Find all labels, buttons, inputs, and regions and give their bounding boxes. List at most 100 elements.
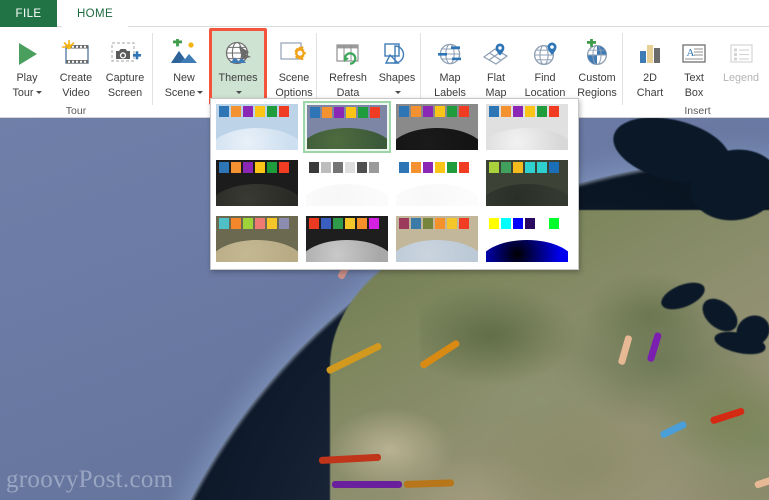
play-tour-button[interactable]: Play Tour	[4, 30, 50, 99]
swatch-6	[549, 106, 559, 117]
film-icon	[60, 35, 92, 69]
tab-file[interactable]: FILE	[0, 0, 57, 27]
capture-screen-label-2: Screen	[107, 87, 143, 99]
theme-tile-5[interactable]	[213, 157, 301, 209]
swatch-3	[243, 106, 253, 117]
swatch-2	[231, 218, 241, 229]
theme-tile-preview	[486, 104, 568, 150]
ribbon-group-insert-label: Insert	[684, 105, 711, 117]
theme-color-swatches	[219, 162, 289, 173]
refresh-data-button[interactable]: Refresh Data	[322, 30, 374, 99]
swatch-1	[309, 218, 319, 229]
swatch-5	[537, 218, 547, 229]
swatch-5	[537, 162, 547, 173]
swatch-4	[345, 162, 355, 173]
swatch-2	[411, 106, 421, 117]
swatch-4	[255, 106, 265, 117]
theme-tile-preview	[396, 104, 478, 150]
swatch-4	[255, 162, 265, 173]
swatch-1	[219, 162, 229, 173]
swatch-2	[501, 218, 511, 229]
swatch-2	[501, 162, 511, 173]
text-box-label-1: Text	[684, 72, 704, 84]
square-gear-icon	[277, 35, 311, 69]
bar-chart-icon	[635, 35, 665, 69]
data-bar-4[interactable]	[332, 481, 402, 488]
themes-button[interactable]: Themes	[211, 30, 265, 103]
scene-options-button[interactable]: Scene Options	[267, 30, 321, 99]
swatch-5	[357, 218, 367, 229]
2d-chart-button[interactable]: 2D Chart	[628, 30, 672, 99]
theme-tile-6[interactable]	[303, 157, 391, 209]
swatch-5	[447, 162, 457, 173]
swatch-2	[321, 162, 331, 173]
swatch-5	[447, 106, 457, 117]
swatch-5	[537, 106, 547, 117]
theme-tile-3[interactable]	[393, 101, 481, 153]
shapes-button[interactable]: Shapes	[374, 30, 420, 99]
theme-tile-1[interactable]	[213, 101, 301, 153]
map-labels-button[interactable]: Map Labels	[426, 30, 474, 99]
chevron-down-icon[interactable]	[236, 90, 242, 94]
swatch-5	[357, 162, 367, 173]
swatch-3	[423, 218, 433, 229]
theme-tile-4[interactable]	[483, 101, 571, 153]
new-scene-button[interactable]: New Scene	[158, 30, 210, 99]
capture-screen-label-1: Capture	[105, 72, 145, 84]
legend-button: Legend	[716, 30, 766, 84]
create-video-label-2: Video	[62, 87, 90, 99]
chevron-down-icon[interactable]	[395, 90, 401, 94]
flat-map-label-1: Flat	[487, 72, 505, 84]
swatch-5	[447, 218, 457, 229]
swatch-2	[411, 162, 421, 173]
swatch-4	[435, 218, 445, 229]
swatch-6	[549, 218, 559, 229]
swatch-3	[423, 162, 433, 173]
swatch-6	[459, 218, 469, 229]
globe-theme-icon	[222, 35, 254, 69]
theme-tile-preview	[306, 160, 388, 206]
theme-tile-2[interactable]	[303, 101, 391, 153]
swatch-1	[399, 106, 409, 117]
text-box-button[interactable]: A Text Box	[672, 30, 716, 99]
theme-tile-12[interactable]	[483, 213, 571, 265]
theme-tile-7[interactable]	[393, 157, 481, 209]
play-tour-label-2: Tour	[12, 87, 42, 99]
swatch-6	[279, 162, 289, 173]
text-box-label-2: Box	[684, 87, 704, 99]
legend-label: Legend	[722, 72, 760, 84]
theme-color-swatches	[219, 106, 289, 117]
swatch-2	[231, 106, 241, 117]
theme-tile-preview	[216, 216, 298, 262]
ribbon-group-tour-label: Tour	[65, 105, 87, 117]
theme-tile-9[interactable]	[213, 213, 301, 265]
capture-screen-button[interactable]: Capture Screen	[100, 30, 150, 99]
globe-pin-icon	[529, 35, 561, 69]
find-location-button[interactable]: Find Location	[518, 30, 572, 99]
swatch-1	[399, 162, 409, 173]
swatch-3	[513, 106, 523, 117]
group-divider-1	[152, 33, 153, 105]
swatch-3	[334, 107, 344, 118]
theme-tile-10[interactable]	[303, 213, 391, 265]
swatch-3	[423, 106, 433, 117]
flat-map-button[interactable]: Flat Map	[474, 30, 518, 99]
swatch-1	[219, 218, 229, 229]
swatch-4	[525, 218, 535, 229]
themes-gallery-dropdown[interactable]	[210, 98, 579, 270]
tab-home[interactable]: HOME	[62, 0, 128, 27]
create-video-button[interactable]: Create Video	[52, 30, 100, 99]
swatch-4	[525, 162, 535, 173]
chevron-down-icon[interactable]	[197, 90, 204, 94]
refresh-table-icon	[332, 35, 364, 69]
theme-tile-11[interactable]	[393, 213, 481, 265]
chevron-down-icon[interactable]	[35, 90, 42, 94]
swatch-6	[279, 218, 289, 229]
play-icon	[12, 35, 42, 69]
picture-plus-icon	[167, 35, 201, 69]
theme-tile-8[interactable]	[483, 157, 571, 209]
custom-regions-button[interactable]: Custom Regions	[572, 30, 622, 99]
swatch-3	[243, 218, 253, 229]
legend-icon	[726, 35, 756, 69]
swatch-3	[333, 218, 343, 229]
